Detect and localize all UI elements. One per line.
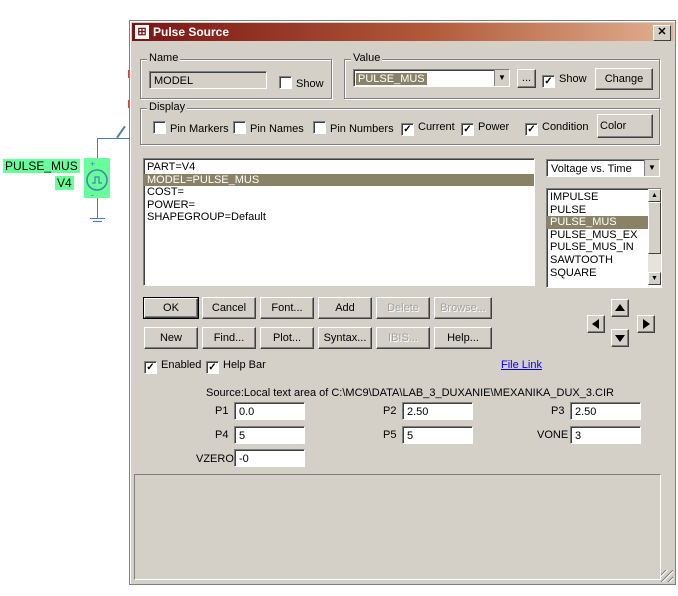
current-checkbox[interactable]: ✓ Current [401, 121, 455, 136]
ref-label: V4 [55, 176, 74, 190]
pin-names-checkbox[interactable]: Pin Names [233, 121, 304, 136]
value-show-checkbox[interactable]: ✓ Show [542, 73, 587, 88]
help-bar-checkbox[interactable]: ✓ Help Bar [206, 359, 266, 374]
power-checkbox[interactable]: ✓ Power [461, 121, 509, 136]
delete-button[interactable]: Delete [376, 297, 430, 319]
voltage-source-symbol[interactable]: + - [84, 158, 110, 200]
plot-type-value: Voltage vs. Time [551, 163, 632, 175]
vone-input[interactable]: 3 [570, 426, 641, 444]
ellipsis-button[interactable]: ... [517, 69, 536, 88]
attribute-item[interactable]: COST= [144, 186, 534, 199]
value-group: Value PULSE_MUS ▼ ... ✓ Show Change [344, 52, 660, 99]
attribute-item[interactable]: PART=V4 [144, 161, 534, 174]
dialog-title: Pulse Source [153, 25, 230, 39]
model-item[interactable]: PULSE_MUS_EX [547, 229, 661, 242]
arrow-up-icon [615, 304, 625, 311]
p2-label: P2 [383, 405, 397, 417]
cancel-button[interactable]: Cancel [202, 297, 256, 319]
pulse-source-icon: + - [86, 159, 108, 200]
p1-input[interactable]: 0.0 [234, 402, 305, 420]
p4-input[interactable]: 5 [234, 426, 305, 444]
plot-type-select[interactable]: Voltage vs. Time ▼ [546, 159, 660, 177]
arrow-right-icon [643, 319, 650, 329]
attribute-item[interactable]: POWER= [144, 199, 534, 212]
scroll-down-icon[interactable]: ▼ [648, 272, 661, 285]
source-text: Source:Local text area of C:\MC9\DATA\LA… [206, 387, 614, 399]
arrow-left-button[interactable] [587, 315, 605, 333]
ibis-button[interactable]: IBIS... [376, 327, 430, 349]
pulse-source-dialog: ⊞ Pulse Source ✕ Name MODEL Show Value P… [129, 20, 676, 585]
p3-label: P3 [551, 405, 565, 417]
find-button[interactable]: Find... [202, 327, 256, 349]
value-combobox-text: PULSE_MUS [356, 73, 427, 85]
help-bar-area [134, 474, 661, 580]
part-label: PULSE_MUS [3, 159, 80, 173]
model-item[interactable]: IMPULSE [547, 191, 661, 204]
chevron-down-icon[interactable]: ▼ [494, 70, 509, 86]
p3-input[interactable]: 2.50 [570, 402, 641, 420]
new-button[interactable]: New [144, 327, 198, 349]
arrow-right-button[interactable] [637, 315, 655, 333]
attribute-item[interactable]: SHAPEGROUP=Default [144, 211, 534, 224]
p5-label: P5 [383, 429, 397, 441]
model-list[interactable]: IMPULSE PULSE PULSE_MUS PULSE_MUS_EX PUL… [546, 188, 662, 288]
file-link[interactable]: File Link [501, 359, 542, 371]
arrow-down-button[interactable] [611, 329, 629, 347]
app-icon: ⊞ [135, 25, 149, 39]
name-show-box [279, 76, 292, 89]
browse-button[interactable]: Browse... [434, 297, 492, 319]
pin-numbers-checkbox[interactable]: Pin Numbers [313, 121, 394, 136]
attribute-item-selected[interactable]: MODEL=PULSE_MUS [144, 173, 534, 187]
vone-label: VONE [537, 429, 569, 441]
vzero-input[interactable]: -0 [234, 449, 305, 467]
value-show-label: Show [559, 73, 587, 85]
add-button[interactable]: Add [318, 297, 372, 319]
condition-checkbox[interactable]: ✓ Condition [525, 121, 588, 136]
arrow-down-icon [615, 335, 625, 342]
plot-button[interactable]: Plot... [260, 327, 314, 349]
chevron-down-icon[interactable]: ▼ [644, 160, 659, 176]
name-field[interactable]: MODEL [149, 71, 267, 89]
display-group: Display Pin Markers Pin Names Pin Number… [140, 101, 660, 145]
attribute-list[interactable]: PART=V4 MODEL=PULSE_MUS COST= POWER= SHA… [143, 158, 535, 286]
model-item[interactable]: SQUARE [547, 267, 661, 280]
scroll-up-icon[interactable]: ▲ [648, 189, 661, 202]
model-list-scrollbar[interactable]: ▲ ▼ [648, 189, 661, 285]
close-button[interactable]: ✕ [653, 25, 671, 41]
color-button[interactable]: Color [597, 114, 653, 138]
ok-button[interactable]: OK [143, 297, 199, 319]
scroll-thumb[interactable] [648, 202, 661, 254]
name-show-label: Show [296, 78, 324, 90]
plus-sign: + [90, 159, 95, 169]
change-button[interactable]: Change [595, 68, 653, 90]
value-combobox[interactable]: PULSE_MUS ▼ [353, 69, 510, 87]
value-group-label: Value [351, 52, 383, 64]
vzero-label: VZERO [196, 453, 234, 465]
p1-label: P1 [215, 405, 229, 417]
name-group: Name MODEL Show [140, 52, 332, 99]
arrow-up-button[interactable] [611, 299, 629, 317]
enabled-checkbox[interactable]: ✓ Enabled [144, 359, 201, 374]
help-button[interactable]: Help... [434, 327, 492, 349]
font-button[interactable]: Font... [260, 297, 314, 319]
model-item[interactable]: SAWTOOTH [547, 254, 661, 267]
pin-markers-checkbox[interactable]: Pin Markers [153, 121, 229, 136]
p5-input[interactable]: 5 [402, 426, 473, 444]
resize-grip-icon[interactable] [661, 570, 673, 582]
model-item[interactable]: PULSE_MUS_IN [547, 241, 661, 254]
p4-label: P4 [215, 429, 229, 441]
title-bar[interactable]: ⊞ Pulse Source ✕ [132, 23, 673, 41]
p2-input[interactable]: 2.50 [402, 402, 473, 420]
arrow-left-icon [592, 319, 599, 329]
name-group-label: Name [147, 52, 181, 64]
display-group-label: Display [147, 101, 188, 113]
model-item[interactable]: PULSE [547, 204, 661, 217]
value-show-box: ✓ [542, 75, 555, 88]
model-item-selected[interactable]: PULSE_MUS [547, 216, 648, 229]
name-show-checkbox[interactable]: Show [279, 76, 324, 91]
minus-sign: - [91, 190, 94, 198]
syntax-button[interactable]: Syntax... [318, 327, 372, 349]
